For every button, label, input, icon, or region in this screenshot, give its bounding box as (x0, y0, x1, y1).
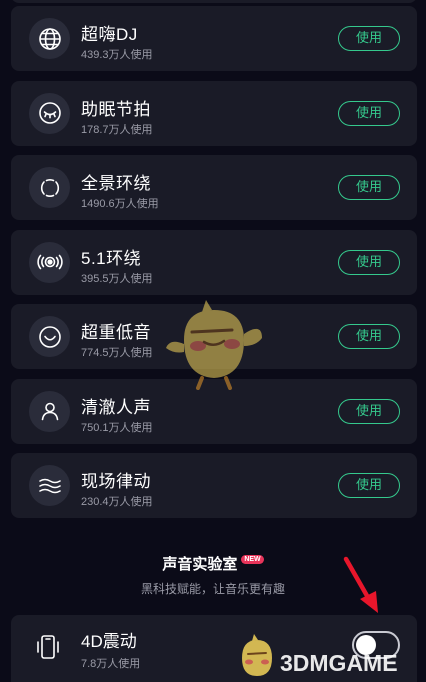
effect-user-count: 750.1万人使用 (81, 421, 153, 434)
effects-list: 超嗨DJ 439.3万人使用 使用 助眠节拍 178.7万人使用 使用 全景环绕… (11, 0, 417, 528)
effect-user-count: 230.4万人使用 (81, 496, 153, 508)
globe-icon (29, 18, 70, 59)
effect-card-panorama[interactable]: 全景环绕 1490.6万人使用 使用 (11, 155, 417, 220)
effect-user-count: 7.8万人使用 (81, 658, 141, 670)
bass-smile-icon (29, 316, 70, 357)
mascot-watermark (166, 300, 262, 390)
sleep-eye-icon (29, 92, 70, 134)
use-button[interactable]: 使用 (338, 398, 400, 424)
effect-card-sleep[interactable]: 助眠节拍 178.7万人使用 使用 (11, 80, 417, 146)
phone-vibrate-icon (37, 635, 59, 659)
effect-name: 超嗨DJ (81, 25, 138, 44)
effect-user-count: 395.5万人使用 (81, 272, 153, 285)
use-button[interactable]: 使用 (338, 175, 400, 200)
effect-name: 助眠节拍 (81, 99, 151, 119)
effect-name: 超重低音 (81, 323, 151, 342)
effect-user-count: 774.5万人使用 (81, 347, 153, 359)
watermark-mascot (242, 634, 272, 676)
red-arrow-annotation (343, 556, 378, 613)
use-button[interactable]: 使用 (338, 324, 400, 349)
effect-name: 5.1环绕 (81, 248, 142, 268)
effect-card-surround[interactable]: 5.1环绕 395.5万人使用 使用 (11, 229, 417, 295)
new-badge: NEW (241, 555, 264, 564)
panorama-ring-icon (29, 167, 70, 208)
sound-lab-title: 声音实验室 NEW (162, 553, 264, 574)
effect-card-dj[interactable]: 超嗨DJ 439.3万人使用 使用 (11, 6, 417, 71)
effect-user-count: 439.3万人使用 (81, 49, 153, 61)
use-button[interactable]: 使用 (338, 26, 400, 51)
effect-name: 现场律动 (81, 472, 151, 491)
sound-lab-title-text: 声音实验室 (162, 556, 238, 573)
use-button[interactable]: 使用 (338, 473, 400, 498)
effect-name: 全景环绕 (81, 174, 151, 193)
surround-speaker-icon (29, 241, 70, 283)
effect-user-count: 178.7万人使用 (81, 123, 153, 136)
effect-name: 4D震动 (81, 632, 137, 651)
use-button[interactable]: 使用 (338, 249, 400, 275)
wave-lines-icon (29, 465, 70, 506)
effect-card-live[interactable]: 现场律动 230.4万人使用 使用 (11, 453, 417, 518)
watermark: 3DMGAME (232, 632, 418, 682)
watermark-text: 3DMGAME (280, 650, 398, 676)
effect-user-count: 1490.6万人使用 (81, 198, 159, 210)
use-button[interactable]: 使用 (338, 100, 400, 126)
effect-name: 清澈人声 (81, 397, 151, 417)
person-icon (29, 390, 70, 432)
